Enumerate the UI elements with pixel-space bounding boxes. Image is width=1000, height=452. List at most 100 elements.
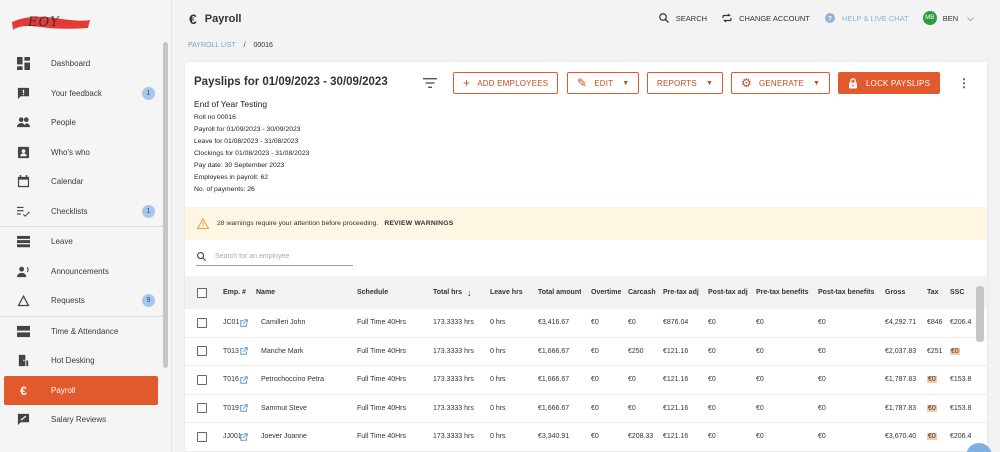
cell-schedule: Full Time 40Hrs bbox=[357, 366, 406, 394]
column-header-gross[interactable]: Gross bbox=[885, 276, 905, 309]
employee-name[interactable]: Petrochoccino Petra bbox=[261, 376, 324, 383]
column-header-pre-tax-benefits[interactable]: Pre-tax benefits bbox=[756, 276, 809, 309]
logo-text: EOY bbox=[28, 15, 60, 30]
sidebar-scrollbar[interactable] bbox=[163, 42, 168, 368]
sidebar-item-dashboard[interactable]: Dashboard bbox=[0, 49, 164, 79]
table-row[interactable]: JC01 Camilleri John Full Time 40Hrs 173.333… bbox=[185, 309, 987, 338]
filter-icon[interactable] bbox=[423, 77, 437, 89]
change-account-label: CHANGE ACCOUNT bbox=[739, 13, 810, 23]
column-header-ssc[interactable]: SSC bbox=[950, 276, 976, 309]
column-header-post-tax-adj[interactable]: Post-tax adj bbox=[708, 276, 748, 309]
column-header-carcash[interactable]: Carcash bbox=[628, 276, 656, 309]
avatar[interactable]: MB bbox=[922, 11, 937, 25]
column-header-post-tax-benefits[interactable]: Post-tax benefits bbox=[818, 276, 874, 309]
generate-button[interactable]: ⚙ GENERATE ▼ bbox=[731, 72, 831, 94]
sidebar-item-salary-reviews[interactable]: Salary Reviews bbox=[0, 405, 164, 435]
cell-overtime: €0 bbox=[591, 366, 599, 394]
sidebar-item-label: Leave bbox=[51, 237, 73, 247]
help-icon: ? bbox=[824, 13, 835, 23]
reports-label: REPORTS bbox=[657, 78, 697, 88]
sidebar-item-time-attendance[interactable]: Time & Attendance bbox=[0, 317, 164, 347]
row-checkbox[interactable] bbox=[197, 346, 207, 357]
sidebar-item-announcements[interactable]: Announcements bbox=[0, 257, 164, 287]
more-options-icon[interactable]: ⋮ bbox=[958, 76, 970, 90]
employee-name[interactable]: Manche Mark bbox=[261, 348, 303, 355]
column-header-overtime[interactable]: Overtime bbox=[591, 276, 621, 309]
employee-search-input[interactable] bbox=[215, 253, 345, 260]
breadcrumb-payroll-list[interactable]: PAYROLL LIST bbox=[188, 42, 236, 49]
column-header-schedule[interactable]: Schedule bbox=[357, 276, 388, 309]
sidebar-item-checklists[interactable]: Checklists 1 bbox=[0, 197, 164, 227]
dropdown-arrow-icon: ▼ bbox=[622, 79, 630, 87]
column-header-name[interactable]: Name bbox=[256, 276, 275, 309]
review-warnings-button[interactable]: REVIEW WARNINGS bbox=[384, 220, 453, 227]
row-checkbox[interactable] bbox=[197, 403, 207, 414]
clockings-period: Clockings for 01/08/2023 - 31/08/2023 bbox=[194, 150, 310, 157]
column-header-emp[interactable]: Emp. # bbox=[223, 276, 246, 309]
column-header-total-amount[interactable]: Total amount bbox=[538, 276, 581, 309]
column-header-tax[interactable]: Tax bbox=[927, 276, 949, 309]
user-name[interactable]: BEN bbox=[943, 14, 958, 23]
edit-button[interactable]: ✎ EDIT ▼ bbox=[567, 72, 640, 94]
row-checkbox[interactable] bbox=[197, 317, 207, 328]
row-checkbox[interactable] bbox=[197, 374, 207, 385]
dropdown-arrow-icon: ▼ bbox=[705, 79, 714, 87]
open-in-new-icon[interactable] bbox=[239, 432, 249, 442]
page-title: € Payroll bbox=[189, 11, 241, 27]
sidebar-item-payroll[interactable]: € Payroll bbox=[4, 375, 158, 405]
add-employees-button[interactable]: + ADD EMPLOYEES bbox=[453, 72, 559, 94]
column-header-leave-hrs[interactable]: Leave hrs bbox=[490, 276, 523, 309]
change-account-button[interactable]: CHANGE ACCOUNT bbox=[721, 12, 810, 24]
sidebar-item-your-feedback[interactable]: Your feedback 1 bbox=[0, 79, 164, 109]
sidebar-item-calendar[interactable]: Calendar bbox=[0, 167, 164, 197]
select-all-checkbox[interactable] bbox=[197, 287, 207, 298]
cell-value: €0 bbox=[950, 347, 960, 355]
sidebar-item-people[interactable]: People bbox=[0, 108, 164, 138]
row-checkbox[interactable] bbox=[197, 431, 207, 442]
cell-value: €0 bbox=[708, 433, 716, 441]
cell-overtime: €0 bbox=[591, 309, 599, 337]
column-header-pre-tax-adj[interactable]: Pre-tax adj bbox=[663, 276, 699, 309]
name-cell: Joever Joanne bbox=[234, 423, 354, 451]
table-scrollbar[interactable] bbox=[976, 286, 984, 342]
column-header-total-hrs[interactable]: Total hrs ↓ bbox=[433, 276, 472, 309]
open-in-new-icon[interactable] bbox=[239, 375, 249, 385]
open-in-new-icon[interactable] bbox=[239, 346, 249, 356]
sidebar-item-requests[interactable]: Requests 9 bbox=[0, 286, 164, 316]
checkbox-cell bbox=[197, 423, 207, 451]
search-button[interactable]: SEARCH bbox=[658, 12, 707, 24]
warning-icon bbox=[197, 218, 209, 229]
table-row[interactable]: T013 Manche Mark Full Time 40Hrs 173.3333 h… bbox=[185, 338, 987, 366]
cell-pre-tax-adj: €121.16 bbox=[663, 423, 688, 451]
cell-value: €0 bbox=[628, 404, 636, 412]
cell-value: €0 bbox=[708, 347, 716, 355]
cell-pre-tax-benefits: €0 bbox=[756, 338, 764, 366]
open-in-new-icon[interactable] bbox=[239, 403, 249, 413]
open-in-new-icon[interactable] bbox=[239, 318, 249, 328]
lock-payslips-button[interactable]: LOCK PAYSLIPS bbox=[838, 72, 941, 94]
sidebar-item-hot-desking[interactable]: Hot Desking bbox=[0, 346, 164, 376]
company-logo[interactable]: EOY bbox=[10, 10, 90, 38]
employee-search bbox=[196, 248, 353, 266]
employee-name[interactable]: Joever Joanne bbox=[261, 433, 307, 440]
sidebar-item-leave[interactable]: Leave bbox=[0, 227, 164, 257]
reports-button[interactable]: REPORTS ▼ bbox=[647, 72, 724, 94]
sidebar-item-who-s-who[interactable]: Who's who bbox=[0, 138, 164, 168]
cell-tax: €0 bbox=[927, 423, 949, 451]
employee-name[interactable]: Camilleri John bbox=[261, 319, 305, 326]
table-row[interactable]: JJ001 Joever Joanne Full Time 40Hrs 173.333… bbox=[185, 423, 987, 452]
table-row[interactable]: T019 Sammut Steve Full Time 40Hrs 173.3333 … bbox=[185, 395, 987, 423]
cell-value: €2,037.83 bbox=[885, 347, 917, 355]
cell-ssc: €153.8 bbox=[950, 395, 976, 423]
sidebar-item-label: Announcements bbox=[51, 266, 109, 276]
roll-number: Roll no 00016 bbox=[194, 114, 236, 121]
help-live-chat-button[interactable]: ? HELP & LIVE CHAT bbox=[824, 12, 909, 24]
table-row[interactable]: T016 Petrochoccino Petra Full Time 40Hrs 17… bbox=[185, 366, 987, 395]
employee-name[interactable]: Sammut Steve bbox=[261, 405, 307, 412]
chevron-down-icon[interactable]: ⌵ bbox=[967, 13, 974, 24]
cell-value: €0 bbox=[591, 376, 599, 384]
cell-value: €250 bbox=[628, 347, 644, 355]
people-icon bbox=[16, 116, 30, 130]
sort-arrow-icon[interactable]: ↓ bbox=[467, 288, 472, 298]
column-header-label: Post-tax adj bbox=[708, 289, 748, 296]
